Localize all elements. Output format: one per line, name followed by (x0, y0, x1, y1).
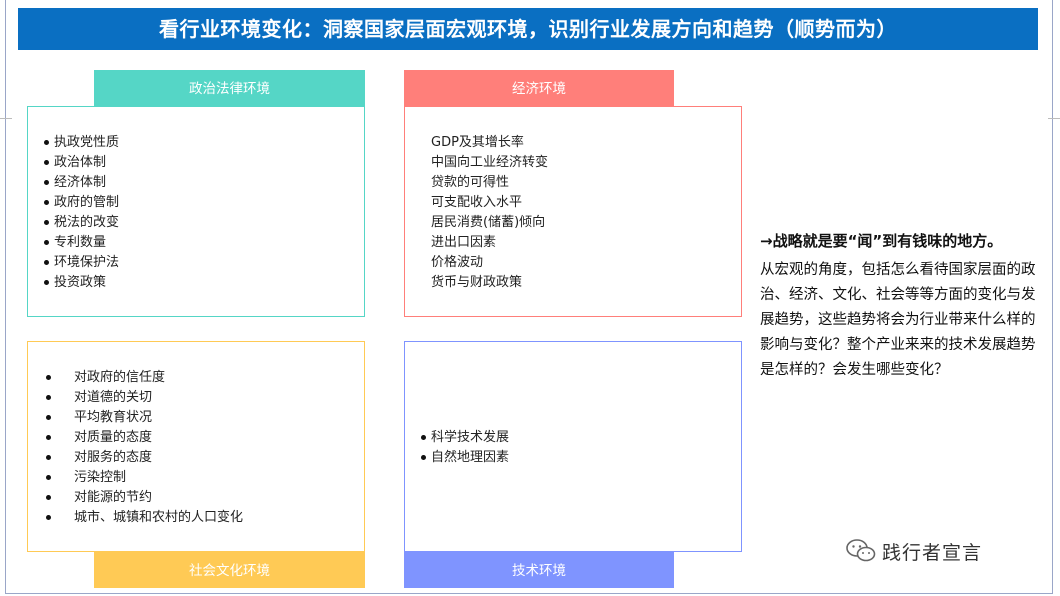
bullet-icon (46, 455, 51, 460)
list-item: 执政党性质 (44, 133, 119, 153)
side-body: 从宏观的角度，包括怎么看待国家层面的政治、经济、文化、社会等等方面的变化与发展趋… (760, 258, 1038, 383)
list-item: 污染控制 (46, 468, 243, 488)
list-item: 对能源的节约 (46, 488, 243, 508)
watermark: 践行者宣言 (846, 536, 982, 566)
bullet-icon (46, 415, 51, 420)
list-item: 政治体制 (44, 153, 119, 173)
list-item: 可支配收入水平 (431, 193, 548, 213)
bullet-icon (44, 260, 49, 265)
bullet-icon (44, 280, 49, 285)
political-list: 执政党性质 政治体制 经济体制 政府的管制 税法的改变 专利数量 环境保护法 投… (44, 133, 119, 293)
list-item: 城市、城镇和农村的人口变化 (46, 508, 243, 528)
bullet-icon (44, 220, 49, 225)
list-item: 贷款的可得性 (431, 173, 548, 193)
social-list: 对政府的信任度 对道德的关切 平均教育状况 对质量的态度 对服务的态度 污染控制… (46, 368, 243, 528)
list-item: 投资政策 (44, 273, 119, 293)
technology-list: 科学技术发展 自然地理因素 (421, 428, 509, 468)
list-item: 经济体制 (44, 173, 119, 193)
page-title: 看行业环境变化：洞察国家层面宏观环境，识别行业发展方向和趋势（顺势而为） (18, 8, 1038, 50)
political-tab: 政治法律环境 (94, 70, 365, 106)
side-title: →战略就是要“闻”到有钱味的地方。 (760, 230, 1002, 251)
social-tab: 社会文化环境 (94, 552, 365, 588)
list-item: 对道德的关切 (46, 388, 243, 408)
political-box: 执政党性质 政治体制 经济体制 政府的管制 税法的改变 专利数量 环境保护法 投… (27, 106, 365, 317)
social-box: 对政府的信任度 对道德的关切 平均教育状况 对质量的态度 对服务的态度 污染控制… (27, 341, 365, 552)
technology-tab: 技术环境 (404, 552, 674, 588)
divider-right (1048, 118, 1060, 119)
divider-left (0, 118, 12, 119)
technology-box: 科学技术发展 自然地理因素 (404, 341, 742, 552)
list-item: 自然地理因素 (421, 448, 509, 468)
bullet-icon (44, 140, 49, 145)
bullet-icon (44, 240, 49, 245)
bullet-icon (46, 495, 51, 500)
bullet-icon (46, 435, 51, 440)
bullet-icon (44, 180, 49, 185)
list-item: 中国向工业经济转变 (431, 153, 548, 173)
list-item: 居民消费(储蓄)倾向 (431, 213, 548, 233)
bullet-icon (46, 375, 51, 380)
bullet-icon (421, 455, 426, 460)
list-item: GDP及其增长率 (431, 133, 548, 153)
list-item: 专利数量 (44, 233, 119, 253)
bullet-icon (46, 395, 51, 400)
list-item: 对质量的态度 (46, 428, 243, 448)
list-item: 税法的改变 (44, 213, 119, 233)
bullet-icon (46, 475, 51, 480)
list-item: 平均教育状况 (46, 408, 243, 428)
bullet-icon (44, 200, 49, 205)
wechat-icon (846, 539, 876, 563)
bullet-icon (44, 160, 49, 165)
list-item: 对服务的态度 (46, 448, 243, 468)
list-item: 科学技术发展 (421, 428, 509, 448)
list-item: 价格波动 (431, 253, 548, 273)
list-item: 进出口因素 (431, 233, 548, 253)
list-item: 环境保护法 (44, 253, 119, 273)
economic-tab: 经济环境 (404, 70, 674, 106)
list-item: 对政府的信任度 (46, 368, 243, 388)
watermark-text: 践行者宣言 (882, 538, 982, 565)
economic-box: GDP及其增长率 中国向工业经济转变 贷款的可得性 可支配收入水平 居民消费(储… (404, 106, 742, 317)
list-item: 货币与财政政策 (431, 273, 548, 293)
bullet-icon (46, 515, 51, 520)
list-item: 政府的管制 (44, 193, 119, 213)
economic-list: GDP及其增长率 中国向工业经济转变 贷款的可得性 可支配收入水平 居民消费(储… (431, 133, 548, 293)
bullet-icon (421, 435, 426, 440)
